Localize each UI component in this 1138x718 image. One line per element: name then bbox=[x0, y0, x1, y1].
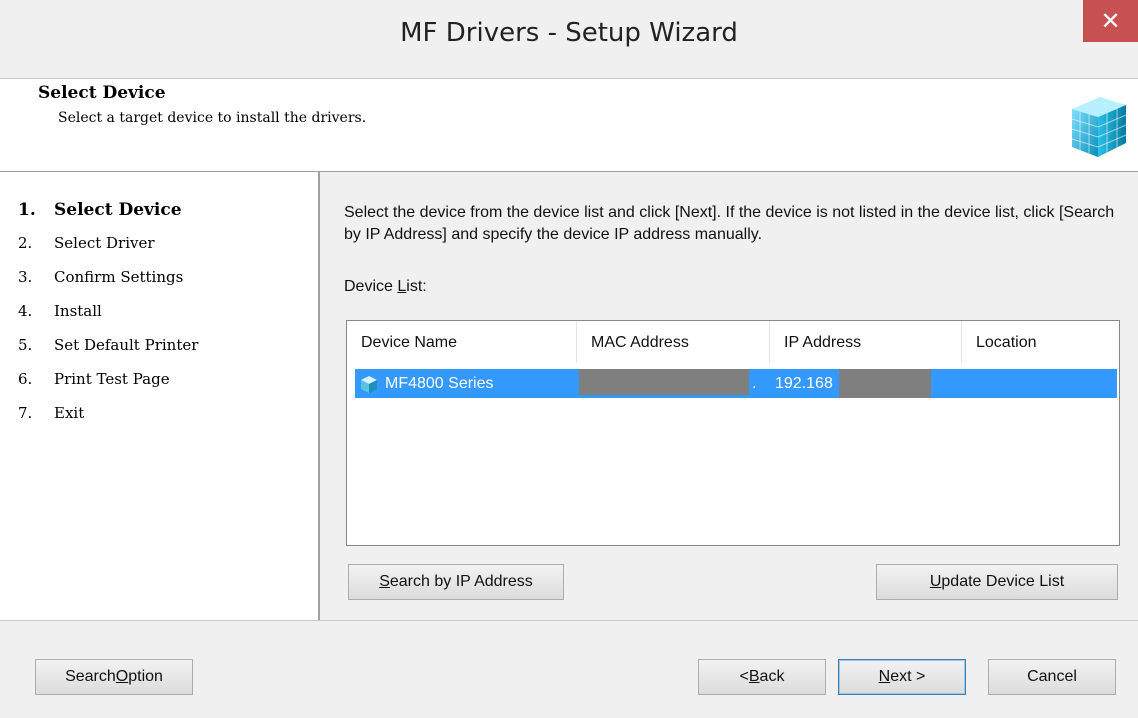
window-title: MF Drivers - Setup Wizard bbox=[400, 18, 738, 48]
step-label: Select Driver bbox=[54, 234, 155, 252]
search-option-label-post: ption bbox=[128, 668, 163, 685]
search-option-accesskey: O bbox=[115, 668, 129, 685]
search-option-button[interactable]: Search Option bbox=[35, 659, 193, 695]
update-list-label: pdate Device List bbox=[941, 573, 1065, 590]
device-list-label: Device List: bbox=[344, 278, 427, 296]
page-subtitle: Select a target device to install the dr… bbox=[58, 110, 367, 126]
back-button[interactable]: < Back bbox=[698, 659, 826, 695]
device-list[interactable]: Device Name MAC Address IP Address Locat… bbox=[346, 320, 1120, 546]
back-accesskey: B bbox=[748, 668, 760, 685]
column-header-mac-address[interactable]: MAC Address bbox=[577, 321, 770, 363]
main-content: Select the device from the device list a… bbox=[320, 172, 1138, 620]
step-label: Print Test Page bbox=[54, 370, 170, 388]
page-title: Select Device bbox=[38, 83, 166, 103]
step-number: 2. bbox=[18, 234, 33, 252]
page-header: Select Device Select a target device to … bbox=[0, 78, 1138, 172]
device-list-label-pre: Device bbox=[344, 278, 398, 295]
device-list-label-accesskey: L bbox=[397, 278, 407, 295]
close-icon: ✕ bbox=[1100, 7, 1121, 35]
printer-device-icon bbox=[361, 376, 377, 393]
update-list-accesskey: U bbox=[929, 573, 942, 590]
ip-address-cell: 192.168 bbox=[775, 375, 833, 392]
next-accesskey: N bbox=[878, 668, 891, 685]
search-by-ip-label: earch by IP Address bbox=[389, 573, 533, 590]
search-by-ip-button[interactable]: Search by IP Address bbox=[348, 564, 564, 600]
redacted-mac-address bbox=[579, 369, 749, 395]
step-number: 7. bbox=[18, 404, 33, 422]
redacted-ip-address bbox=[839, 369, 931, 398]
step-label: Exit bbox=[54, 404, 85, 422]
step-label: Confirm Settings bbox=[54, 268, 184, 286]
step-label: Set Default Printer bbox=[54, 336, 199, 354]
back-label-post: ack bbox=[759, 668, 785, 685]
wizard-footer: Search Option < Back Next > Cancel bbox=[0, 620, 1138, 718]
column-header-device-name[interactable]: Device Name bbox=[347, 321, 577, 363]
search-option-label-pre: Search bbox=[65, 668, 116, 685]
device-cube-icon bbox=[1071, 97, 1127, 157]
step-label: Select Device bbox=[54, 200, 182, 220]
step-number: 6. bbox=[18, 370, 33, 388]
cancel-button[interactable]: Cancel bbox=[988, 659, 1116, 695]
next-button[interactable]: Next > bbox=[838, 659, 966, 695]
step-number: 4. bbox=[18, 302, 33, 320]
mac-address-cell: . bbox=[752, 375, 757, 392]
step-number: 5. bbox=[18, 336, 33, 354]
device-list-label-post: ist: bbox=[406, 278, 427, 295]
back-label-pre: < bbox=[739, 668, 749, 685]
close-button[interactable]: ✕ bbox=[1083, 0, 1138, 42]
column-header-location[interactable]: Location bbox=[962, 321, 1119, 363]
update-device-list-button[interactable]: Update Device List bbox=[876, 564, 1118, 600]
column-header-ip-address[interactable]: IP Address bbox=[770, 321, 962, 363]
title-bar: MF Drivers - Setup Wizard ✕ bbox=[0, 0, 1138, 78]
step-number: 3. bbox=[18, 268, 33, 286]
instruction-text: Select the device from the device list a… bbox=[344, 204, 1115, 243]
wizard-steps-panel: 1. Select Device 2. Select Driver 3. Con… bbox=[0, 172, 320, 620]
step-number: 1. bbox=[18, 200, 36, 220]
next-label: ext > bbox=[890, 668, 926, 685]
search-by-ip-accesskey: S bbox=[379, 573, 390, 590]
device-name-cell: MF4800 Series bbox=[385, 375, 494, 392]
step-label: Install bbox=[54, 302, 102, 320]
